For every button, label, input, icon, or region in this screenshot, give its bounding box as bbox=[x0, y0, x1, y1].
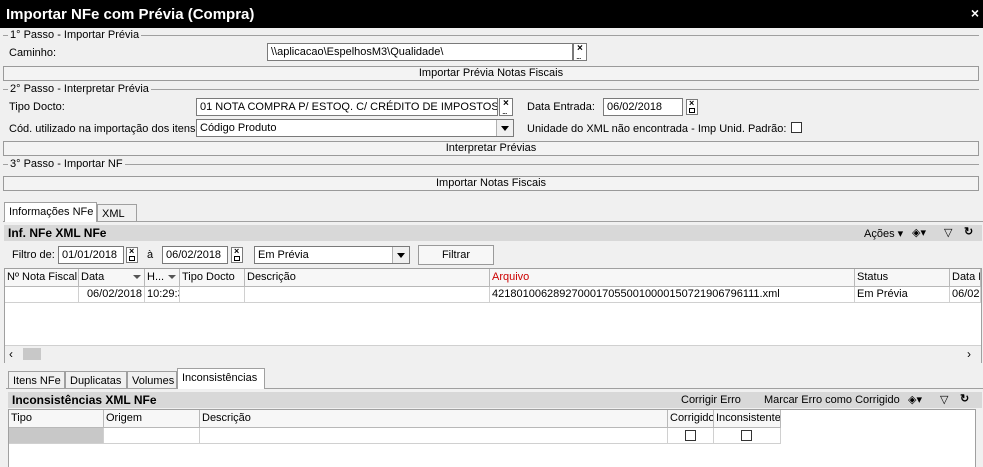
cell bbox=[714, 428, 781, 444]
filtrar-button[interactable]: Filtrar bbox=[418, 245, 494, 265]
tabs-top-line bbox=[3, 221, 983, 222]
tab-duplicatas[interactable]: Duplicatas bbox=[65, 371, 127, 388]
nfe-grid: Nº Nota Fiscal Data H... Tipo Docto Desc… bbox=[4, 268, 982, 363]
col-tipo[interactable]: Tipo bbox=[9, 410, 104, 428]
col-numero[interactable]: Nº Nota Fiscal bbox=[5, 269, 79, 287]
col-origem[interactable]: Origem bbox=[104, 410, 200, 428]
unidade-label: Unidade do XML não encontrada - Imp Unid… bbox=[527, 123, 787, 135]
inconsistente-checkbox[interactable] bbox=[741, 430, 752, 441]
status-filter-value: Em Prévia bbox=[258, 249, 309, 261]
sort-down-icon bbox=[133, 275, 141, 279]
col-data-e[interactable]: Data E bbox=[950, 269, 981, 287]
ellipsis-icon: ... bbox=[502, 106, 507, 116]
inc-panel-title: Inconsistências XML NFe bbox=[12, 393, 157, 407]
step1-legend: 1° Passo - Importar Prévia bbox=[8, 29, 142, 41]
tab-itens-nfe[interactable]: Itens NFe bbox=[8, 371, 65, 388]
cell: 10:29:3 bbox=[145, 287, 180, 303]
cell bbox=[245, 287, 490, 303]
cod-label: Cód. utilizado na importação dos itens: bbox=[9, 123, 199, 135]
import-preview-button[interactable]: Importar Prévia Notas Fiscais bbox=[3, 66, 979, 81]
ellipsis-icon: ... bbox=[576, 51, 581, 61]
corrigido-checkbox[interactable] bbox=[685, 430, 696, 441]
cell: Em Prévia bbox=[855, 287, 950, 303]
status-filter-select[interactable]: Em Prévia bbox=[254, 246, 410, 264]
filter-icon[interactable]: ▽ bbox=[944, 226, 952, 239]
refresh-icon[interactable]: ↻ bbox=[960, 392, 969, 405]
path-label: Caminho: bbox=[9, 47, 57, 59]
cell: 06/02 bbox=[950, 287, 981, 303]
close-icon[interactable]: × bbox=[971, 5, 979, 21]
filter-icon[interactable]: ▽ bbox=[940, 393, 948, 406]
chevron-down-icon bbox=[392, 247, 409, 263]
col-arquivo[interactable]: Arquivo bbox=[490, 269, 855, 287]
cell bbox=[5, 287, 79, 303]
refresh-icon[interactable]: ↻ bbox=[964, 225, 973, 238]
col-data-label: Data bbox=[81, 271, 105, 283]
interpretar-button[interactable]: Interpretar Prévias bbox=[3, 141, 979, 156]
tab-informacoes-nfe[interactable]: Informações NFe bbox=[4, 202, 97, 222]
cell bbox=[180, 287, 245, 303]
tabs-bottom-line bbox=[6, 388, 983, 389]
acoes-menu[interactable]: Ações ▾ bbox=[864, 227, 903, 240]
col-hora[interactable]: H... bbox=[145, 269, 180, 287]
title-bar: Importar NFe com Prévia (Compra) × bbox=[0, 0, 983, 28]
cell bbox=[104, 428, 200, 444]
tab-inconsistencias[interactable]: Inconsistências bbox=[177, 368, 265, 389]
display-options-icon[interactable]: ◈▾ bbox=[908, 393, 922, 406]
calendar-icon[interactable]: × bbox=[231, 246, 243, 263]
date-to-input[interactable]: 06/02/2018 bbox=[162, 246, 228, 264]
data-entrada-input[interactable]: 06/02/2018 bbox=[603, 98, 683, 116]
date-from-input[interactable]: 01/01/2018 bbox=[58, 246, 124, 264]
h-scrollbar[interactable]: ‹ › bbox=[5, 345, 981, 363]
cell bbox=[668, 428, 714, 444]
calendar-icon[interactable]: × bbox=[126, 246, 138, 263]
col-data[interactable]: Data bbox=[79, 269, 145, 287]
col-hora-label: H... bbox=[147, 271, 165, 283]
col-inc-descricao[interactable]: Descrição bbox=[200, 410, 668, 428]
window-title: Importar NFe com Prévia (Compra) bbox=[6, 6, 255, 23]
col-tipo-docto[interactable]: Tipo Docto bbox=[180, 269, 245, 287]
col-inconsistente[interactable]: Inconsistente bbox=[714, 410, 781, 428]
cell bbox=[200, 428, 668, 444]
importar-nf-button[interactable]: Importar Notas Fiscais bbox=[3, 176, 979, 191]
cod-select[interactable]: Código Produto bbox=[196, 119, 514, 137]
col-corrigido[interactable]: Corrigido bbox=[668, 410, 714, 428]
path-clear-search-button[interactable]: × ... bbox=[573, 43, 587, 61]
unidade-checkbox[interactable] bbox=[791, 122, 802, 133]
inc-panel-header: Inconsistências XML NFe Corrigir Erro Ma… bbox=[8, 392, 982, 408]
scroll-left-icon[interactable]: ‹ bbox=[9, 347, 13, 361]
marcar-corrigido-button[interactable]: Marcar Erro como Corrigido bbox=[764, 394, 900, 406]
nfe-panel-title: Inf. NFe XML NFe bbox=[8, 226, 107, 240]
step3-legend: 3° Passo - Importar NF bbox=[8, 158, 125, 170]
cod-select-value: Código Produto bbox=[200, 122, 277, 134]
nfe-panel-header: Inf. NFe XML NFe Ações ▾ ◈▾ ▽ ↻ bbox=[4, 225, 982, 241]
tipo-docto-search-button[interactable]: × ... bbox=[499, 98, 513, 116]
corrigir-erro-button[interactable]: Corrigir Erro bbox=[681, 394, 741, 406]
chevron-down-icon bbox=[496, 120, 513, 136]
display-options-icon[interactable]: ◈▾ bbox=[912, 226, 926, 239]
sort-down-icon bbox=[168, 275, 176, 279]
cell: 06/02/2018 bbox=[79, 287, 145, 303]
tab-volumes[interactable]: Volumes bbox=[127, 371, 177, 388]
cell bbox=[9, 428, 104, 444]
path-input[interactable]: \\aplicacao\EspelhosM3\Qualidade\ bbox=[267, 43, 573, 61]
scroll-right-icon[interactable]: › bbox=[967, 347, 971, 361]
a-label: à bbox=[147, 249, 154, 261]
scroll-thumb[interactable] bbox=[23, 348, 41, 360]
inc-grid: Tipo Origem Descrição Corrigido Inconsis… bbox=[8, 409, 976, 467]
step2-legend: 2° Passo - Interpretar Prévia bbox=[8, 83, 151, 95]
filtro-label: Filtro de: bbox=[12, 249, 55, 261]
tab-xml[interactable]: XML bbox=[97, 204, 137, 221]
tipo-docto-input[interactable]: 01 NOTA COMPRA P/ ESTOQ. C/ CRÉDITO DE I… bbox=[196, 98, 498, 116]
calendar-icon[interactable]: × bbox=[686, 98, 698, 115]
col-descricao[interactable]: Descrição bbox=[245, 269, 490, 287]
tipo-docto-label: Tipo Docto: bbox=[9, 101, 65, 113]
data-entrada-label: Data Entrada: bbox=[527, 101, 595, 113]
acoes-label: Ações bbox=[864, 228, 895, 240]
cell: 4218010062892700017055001000015072190679… bbox=[490, 287, 855, 303]
col-status[interactable]: Status bbox=[855, 269, 950, 287]
